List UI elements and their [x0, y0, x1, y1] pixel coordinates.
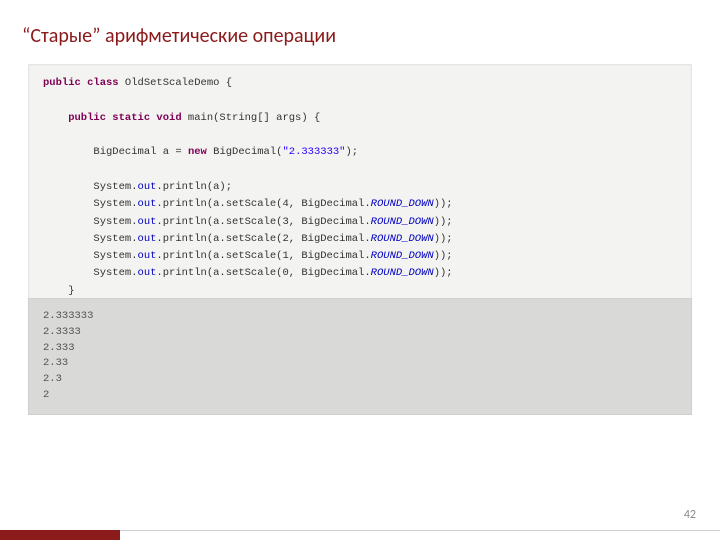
code-text: )); [434, 267, 453, 279]
code-field: out [138, 233, 157, 245]
code-field: out [138, 181, 157, 193]
code-text: BigDecimal( [207, 146, 283, 158]
code-field: out [138, 250, 157, 262]
code-text: .println(a.setScale(0, BigDecimal. [156, 267, 370, 279]
code-const: ROUND_DOWN [371, 233, 434, 245]
code-const: ROUND_DOWN [371, 216, 434, 228]
code-kw: public class [43, 77, 119, 89]
code-text: .println(a.setScale(3, BigDecimal. [156, 216, 370, 228]
code-text: System. [43, 267, 138, 279]
code-text: .println(a); [156, 181, 232, 193]
code-const: ROUND_DOWN [371, 267, 434, 279]
code-text: .println(a.setScale(1, BigDecimal. [156, 250, 370, 262]
code-const: ROUND_DOWN [371, 198, 434, 210]
code-const: ROUND_DOWN [371, 250, 434, 262]
code-text: OldSetScaleDemo { [119, 77, 232, 89]
code-text: System. [43, 250, 138, 262]
code-text: System. [43, 233, 138, 245]
output-block: 2.333333 2.3333 2.333 2.33 2.3 2 [28, 298, 692, 415]
code-block: public class OldSetScaleDemo { public st… [28, 64, 692, 328]
code-text: System. [43, 181, 138, 193]
code-field: out [138, 267, 157, 279]
code-text: ); [345, 146, 358, 158]
code-text: .println(a.setScale(4, BigDecimal. [156, 198, 370, 210]
code-text: BigDecimal a = [43, 146, 188, 158]
code-text: } [43, 285, 75, 297]
code-text: System. [43, 198, 138, 210]
code-text: )); [434, 250, 453, 262]
code-text: )); [434, 198, 453, 210]
code-text: main(String[] args) { [182, 112, 321, 124]
code-text: System. [43, 216, 138, 228]
code-text: .println(a.setScale(2, BigDecimal. [156, 233, 370, 245]
code-kw: new [188, 146, 207, 158]
code-text: )); [434, 216, 453, 228]
code-field: out [138, 216, 157, 228]
code-text: )); [434, 233, 453, 245]
code-kw: public static void [43, 112, 182, 124]
slide-title: “Старые” арифметические операции [22, 24, 336, 48]
page-number: 42 [684, 508, 696, 522]
code-field: out [138, 198, 157, 210]
footer-bar [0, 530, 120, 540]
code-string: "2.333333" [282, 146, 345, 158]
